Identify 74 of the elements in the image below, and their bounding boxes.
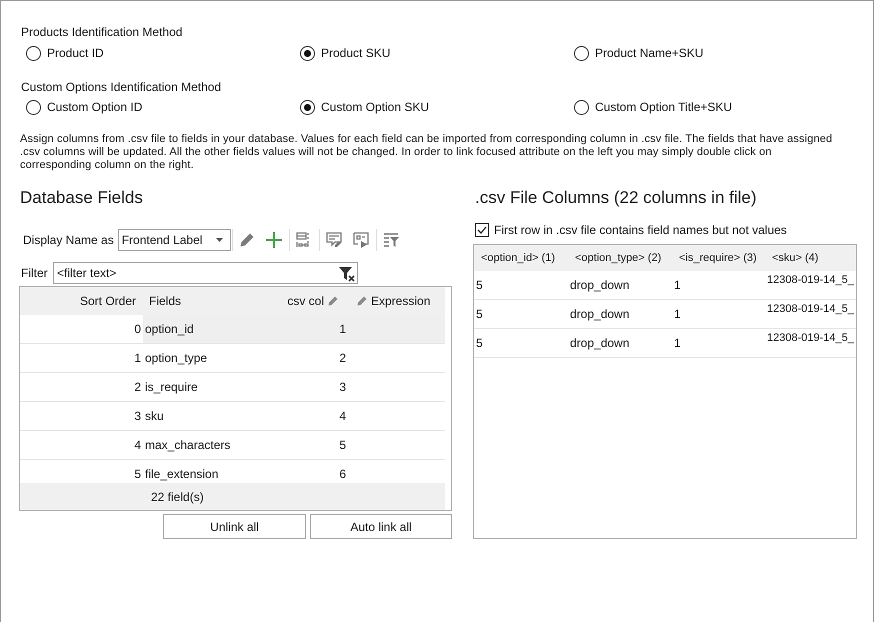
table-footer: 22 field(s) xyxy=(20,483,445,510)
description-text: Assign columns from .csv file to fields in your database. Values for each field can be imported from corresponding column in .csv file. The fields that have assigned .csv columns will be updated. All the other fields values will not be changed. In order to link focused attribute on the left you may simply double click on corresponding column on the right. xyxy=(19,133,834,172)
table-row[interactable]: 0 option_id 1 xyxy=(20,315,445,344)
pencil-icon[interactable] xyxy=(239,232,256,248)
filter-field[interactable]: <filter text> xyxy=(53,262,358,284)
checkbox[interactable] xyxy=(475,223,489,237)
table-cell-text: sku xyxy=(144,408,165,425)
table-cell-text: max_characters xyxy=(144,437,232,454)
radio-label[interactable]: Custom Option ID xyxy=(47,100,142,114)
column-header[interactable]: Sort Order xyxy=(20,294,143,308)
column-header[interactable]: csv col xyxy=(273,294,353,308)
table-cell-text: 5 xyxy=(475,335,484,352)
action-button[interactable]: Auto link all xyxy=(310,514,452,539)
caret-icon xyxy=(216,238,223,242)
table-cell-text: 1 xyxy=(673,306,682,323)
table-arrow-icon[interactable] xyxy=(353,232,370,248)
display-name-dropdown[interactable]: Frontend Label xyxy=(118,229,231,251)
column-header[interactable]: Fields xyxy=(143,294,273,308)
column-header[interactable]: <is_require> (3) xyxy=(672,252,765,264)
table-cell-text: option_id xyxy=(144,321,195,338)
table-cell-text: 12308-019-14_5_ xyxy=(766,273,855,288)
radio-label[interactable]: Custom Option Title+SKU xyxy=(595,100,732,114)
table-cell-text: 1 xyxy=(673,277,682,294)
radio-label[interactable]: Product ID xyxy=(47,46,104,60)
column-header[interactable]: <sku> (4) xyxy=(765,252,856,264)
plus-icon[interactable] xyxy=(266,232,282,248)
column-header[interactable]: Expression xyxy=(353,294,445,308)
table-cell-text: 5 xyxy=(475,277,484,294)
table-cell: 0 xyxy=(20,315,143,343)
radio-button[interactable] xyxy=(574,100,589,114)
action-button[interactable]: Unlink all xyxy=(163,514,306,539)
table-cell-text: 2 xyxy=(338,350,347,367)
table-cell-text: 5 xyxy=(475,306,484,323)
column-header[interactable]: <option_id> (1) xyxy=(474,252,568,264)
table-cell-text: 6 xyxy=(338,466,347,483)
filter-list-icon[interactable] xyxy=(383,232,400,248)
table-cell-text: drop_down xyxy=(569,335,630,352)
table-row[interactable]: 1 option_type 2 xyxy=(20,344,445,373)
table-cell-text: file_extension xyxy=(144,466,220,483)
table-row[interactable]: 4 max_characters 5 xyxy=(20,431,445,460)
column-header[interactable]: <option_type> (2) xyxy=(568,252,672,264)
table-row[interactable]: 2 is_require 3 xyxy=(20,373,445,402)
table-row[interactable]: 3 sku 4 xyxy=(20,402,445,431)
section-title: Database Fields xyxy=(19,187,143,209)
checkbox-label[interactable]: First row in .csv file contains field names but not values xyxy=(494,223,787,237)
radio-button[interactable] xyxy=(574,46,589,60)
radio-button[interactable] xyxy=(300,46,315,60)
table-cell-text: drop_down xyxy=(569,306,630,323)
table-cell-text: is_require xyxy=(144,379,199,396)
table-cell-text: option_type xyxy=(144,350,208,367)
group-label: Products Identification Method xyxy=(21,24,182,40)
radio-label[interactable]: Custom Option SKU xyxy=(321,100,430,114)
table-cell-text: 12308-019-14_5_ xyxy=(766,331,855,346)
table-cell-text: 1 xyxy=(338,321,347,338)
section-title: .csv File Columns (22 columns in file) xyxy=(474,187,757,209)
clear-filter-icon[interactable] xyxy=(339,266,355,282)
table-cell-text: 1 xyxy=(673,335,682,352)
radio-button[interactable] xyxy=(26,100,41,114)
pencil-icon xyxy=(357,296,367,306)
pencil-icon xyxy=(328,296,338,306)
table-cell-text: 3 xyxy=(338,379,347,396)
table-cell-text: 12308-019-14_5_ xyxy=(766,302,855,317)
table-row[interactable]: 5 file_extension 6 xyxy=(20,460,445,483)
radio-button[interactable] xyxy=(300,100,315,114)
table-cell-text: 4 xyxy=(338,408,347,425)
radio-label[interactable]: Product Name+SKU xyxy=(595,46,704,60)
filter-label: Filter xyxy=(20,266,49,280)
group-label: Custom Options Identification Method xyxy=(21,79,222,95)
table-cell-text: drop_down xyxy=(569,277,630,294)
radio-button[interactable] xyxy=(26,46,41,60)
display-name-label: Display Name as xyxy=(23,233,114,247)
table-cell-text: 5 xyxy=(338,437,347,454)
table-edit-icon[interactable] xyxy=(326,232,342,248)
radio-label[interactable]: Product SKU xyxy=(321,46,390,60)
